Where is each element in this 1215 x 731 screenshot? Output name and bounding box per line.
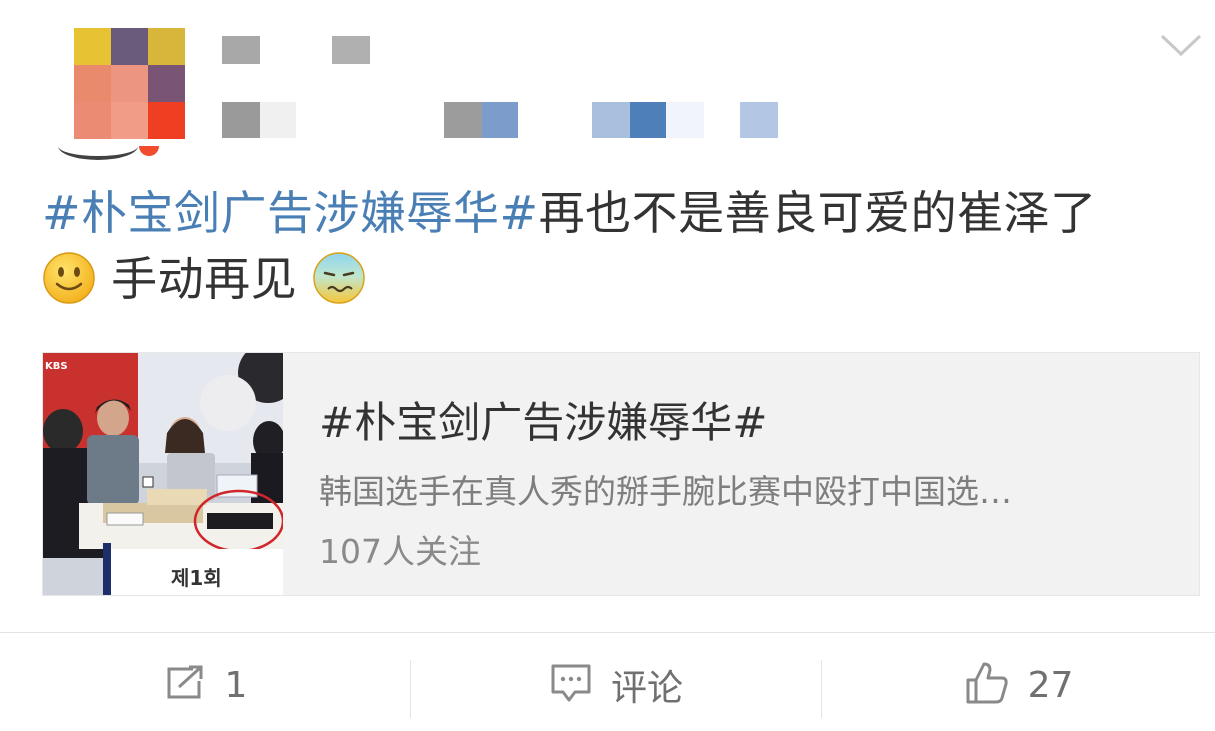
thumb-label: 제1회 xyxy=(171,566,222,590)
post-hashtag-link[interactable]: #朴宝剑广告涉嫌辱华# xyxy=(42,186,539,240)
post-text: #朴宝剑广告涉嫌辱华#再也不是善良可爱的崔泽了 手动再见 xyxy=(42,180,1192,312)
comment-label: 评论 xyxy=(610,668,683,709)
chevron-down-icon[interactable] xyxy=(1160,32,1202,58)
comment-button[interactable]: 评论 xyxy=(411,640,821,730)
card-followers: 107人关注 xyxy=(319,532,481,571)
card-description: 韩国选手在真人秀的掰手腕比赛中殴打中国选… xyxy=(319,472,1012,511)
card-title: #朴宝剑广告涉嫌辱华# xyxy=(319,398,768,447)
svg-text:KBS: KBS xyxy=(45,361,68,372)
repost-button[interactable]: 1 xyxy=(0,640,410,730)
repost-count: 1 xyxy=(224,664,248,706)
post-text-line1: 再也不是善良可爱的崔泽了 xyxy=(538,186,1097,240)
post-text-line2: 手动再见 xyxy=(111,252,298,306)
topic-card[interactable]: 제1회 KBS #朴宝剑广告涉嫌辱华# 韩国选手在真人秀的掰手腕比赛中殴打中国选… xyxy=(42,352,1200,596)
thumbs-up-icon xyxy=(964,660,1010,710)
avatar[interactable] xyxy=(74,28,186,140)
like-count: 27 xyxy=(1027,664,1074,706)
like-button[interactable]: 27 xyxy=(822,640,1215,730)
avatar-badge xyxy=(139,146,159,156)
topic-thumbnail: 제1회 KBS xyxy=(43,353,283,595)
smile-emoji-icon xyxy=(42,251,96,305)
cold-sweat-emoji-icon xyxy=(312,251,366,305)
footer-divider xyxy=(0,632,1215,633)
avatar-shadow xyxy=(58,132,138,160)
comment-icon xyxy=(549,662,593,708)
repost-icon xyxy=(163,663,207,707)
